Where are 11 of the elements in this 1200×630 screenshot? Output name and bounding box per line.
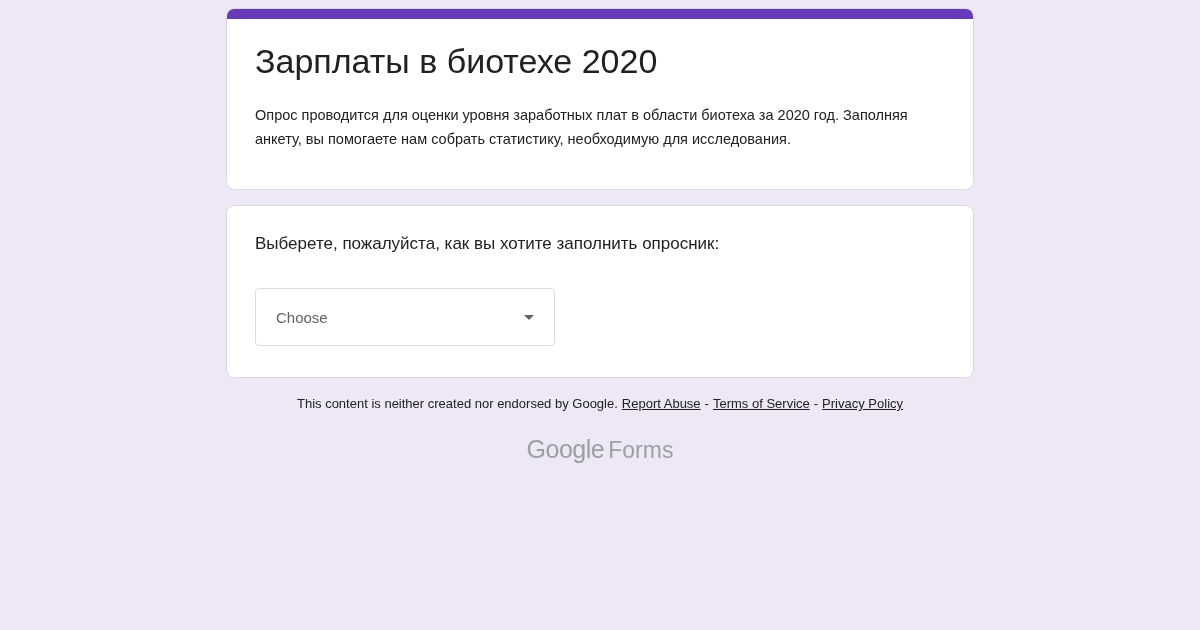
footer-link[interactable]: Terms of Service: [712, 396, 810, 411]
disclaimer-text: This content is neither created nor endorsed by Google.: [296, 396, 618, 411]
question-text: Выберете, пожалуйста, как вы хотите заполнить опросник:: [255, 233, 721, 255]
separator-text: -: [704, 396, 709, 411]
form-title: Зарплаты в биотехе 2020: [255, 41, 659, 82]
choose-dropdown[interactable]: Choose: [255, 288, 555, 346]
footer-link[interactable]: Report Abuse: [621, 396, 701, 411]
separator-text: -: [813, 396, 819, 411]
footer-link[interactable]: Privacy Policy: [822, 396, 904, 411]
caret-icon: [524, 314, 534, 320]
form-description: Опрос проводится для оценки уровня заработных плат в области биотеха за 2020 год. Заполняя анкету, вы помогаете нам собрать статистику, необходимую для исследования.: [255, 106, 909, 149]
